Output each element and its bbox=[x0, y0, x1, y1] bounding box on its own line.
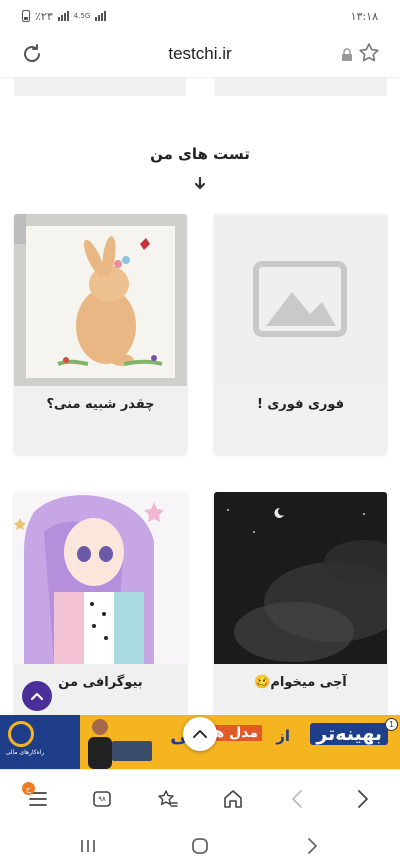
brand-logo-icon bbox=[8, 721, 34, 747]
ad-brand-line: راه‌کارهای مالی bbox=[5, 749, 45, 756]
back-system-button[interactable] bbox=[299, 833, 325, 859]
ad-close-button[interactable]: 1 bbox=[385, 718, 398, 731]
lock-icon[interactable] bbox=[341, 47, 353, 66]
previous-card-left[interactable] bbox=[14, 78, 186, 96]
bunny-painting-image bbox=[14, 214, 187, 386]
section-title: تست های من bbox=[150, 145, 250, 163]
previous-card-right[interactable] bbox=[215, 78, 387, 96]
card-title: آجی میخوام🥴 bbox=[254, 675, 347, 690]
ad-laptop-image bbox=[112, 741, 152, 761]
placeholder-image-icon bbox=[214, 214, 387, 386]
anime-girl-image bbox=[14, 492, 187, 664]
status-icons: ٪۲۳ 4.5G bbox=[22, 9, 107, 23]
page-content: تست های من فوری فوری ! چقدر شبیه منی؟ آج… bbox=[0, 78, 400, 715]
scroll-to-top-button[interactable] bbox=[183, 717, 217, 751]
status-bar: ٪۲۳ 4.5G ۱۳:۱۸ bbox=[0, 0, 400, 32]
test-card[interactable]: چقدر شبیه منی؟ bbox=[14, 214, 187, 454]
home-button[interactable] bbox=[220, 786, 246, 812]
recent-apps-button[interactable] bbox=[75, 833, 101, 859]
ad-text-from: از bbox=[276, 727, 290, 745]
signal-icon bbox=[57, 11, 69, 21]
system-navigation-bar bbox=[0, 827, 400, 867]
test-card[interactable]: آجی میخوام🥴 bbox=[214, 492, 387, 715]
url-text[interactable]: testchi.ir bbox=[0, 44, 400, 64]
ad-headline: بهینه‌تر bbox=[310, 723, 388, 745]
battery-percent: ٪۲۳ bbox=[35, 9, 53, 23]
menu-button[interactable]: ح bbox=[22, 782, 51, 812]
test-card[interactable]: فوری فوری ! bbox=[214, 214, 387, 454]
ad-person-image bbox=[86, 717, 114, 769]
forward-button[interactable] bbox=[350, 786, 376, 812]
tabs-button[interactable]: ۹۸ bbox=[89, 786, 115, 812]
scroll-up-button[interactable] bbox=[22, 681, 52, 711]
tabs-count: ۹۸ bbox=[98, 795, 106, 803]
home-system-button[interactable] bbox=[187, 833, 213, 859]
card-title: چقدر شبیه منی؟ bbox=[46, 397, 155, 412]
menu-badge: ح bbox=[22, 782, 35, 795]
bookmark-star-icon[interactable] bbox=[357, 41, 381, 69]
bookmarks-button[interactable] bbox=[155, 786, 181, 812]
card-title: فوری فوری ! bbox=[256, 397, 345, 412]
ad-brand-panel: راه‌کارهای مالی bbox=[0, 715, 80, 769]
signal-icon-2 bbox=[95, 11, 107, 21]
night-sky-image bbox=[214, 492, 387, 664]
back-button[interactable] bbox=[284, 786, 310, 812]
battery-icon bbox=[22, 10, 30, 22]
clock: ۱۳:۱۸ bbox=[350, 9, 378, 23]
arrow-down-icon bbox=[193, 176, 207, 190]
browser-toolbar: ح ۹۸ bbox=[0, 769, 400, 827]
address-bar: testchi.ir bbox=[0, 32, 400, 78]
network-type: 4.5G bbox=[73, 11, 91, 20]
